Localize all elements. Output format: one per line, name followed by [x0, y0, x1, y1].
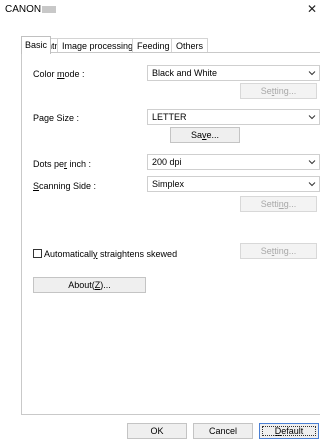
- page-size-select[interactable]: LETTER: [147, 109, 320, 125]
- default-button[interactable]: Default: [259, 423, 319, 439]
- ok-button[interactable]: OK: [127, 423, 187, 439]
- dpi-label: Dots per inch :: [33, 159, 92, 169]
- window-title: CANON: [5, 4, 42, 15]
- page-size-value: LETTER: [152, 112, 187, 122]
- color-mode-setting-button[interactable]: Setting...: [240, 83, 317, 99]
- chevron-down-icon: [308, 160, 316, 165]
- save-button[interactable]: Save...: [170, 127, 240, 143]
- cancel-button[interactable]: Cancel: [193, 423, 253, 439]
- scanning-side-value: Simplex: [152, 179, 185, 189]
- page-size-label: Page Size :: [33, 113, 80, 123]
- auto-straighten-setting-button[interactable]: Setting...: [240, 243, 317, 259]
- scanning-side-setting-button[interactable]: Setting...: [240, 196, 317, 212]
- tab-others[interactable]: Others: [171, 38, 209, 53]
- title-bar: CANON ✕: [0, 0, 320, 20]
- title-redacted-badge: [42, 6, 56, 13]
- tab-basic[interactable]: Basic: [21, 36, 51, 54]
- focus-rectangle: [262, 426, 316, 436]
- dpi-select[interactable]: 200 dpi: [147, 154, 320, 170]
- about-button[interactable]: About(Z)...: [33, 277, 146, 293]
- basic-tab-panel: [21, 52, 320, 415]
- tab-feeding[interactable]: Feeding: [132, 38, 175, 53]
- color-mode-label: Color mode :: [33, 69, 85, 79]
- chevron-down-icon: [308, 71, 316, 76]
- scanning-side-select[interactable]: Simplex: [147, 176, 320, 192]
- tab-image-processing[interactable]: Image processing: [57, 38, 139, 53]
- close-icon[interactable]: ✕: [306, 3, 318, 15]
- dpi-value: 200 dpi: [152, 157, 182, 167]
- color-mode-select[interactable]: Black and White: [147, 65, 320, 81]
- auto-straighten-checkbox[interactable]: [33, 249, 42, 258]
- scanning-side-label: Scanning Side :: [33, 181, 97, 191]
- chevron-down-icon: [308, 115, 316, 120]
- color-mode-value: Black and White: [152, 68, 218, 78]
- chevron-down-icon: [308, 182, 316, 187]
- auto-straighten-label: Automatically straightens skewed: [44, 249, 178, 259]
